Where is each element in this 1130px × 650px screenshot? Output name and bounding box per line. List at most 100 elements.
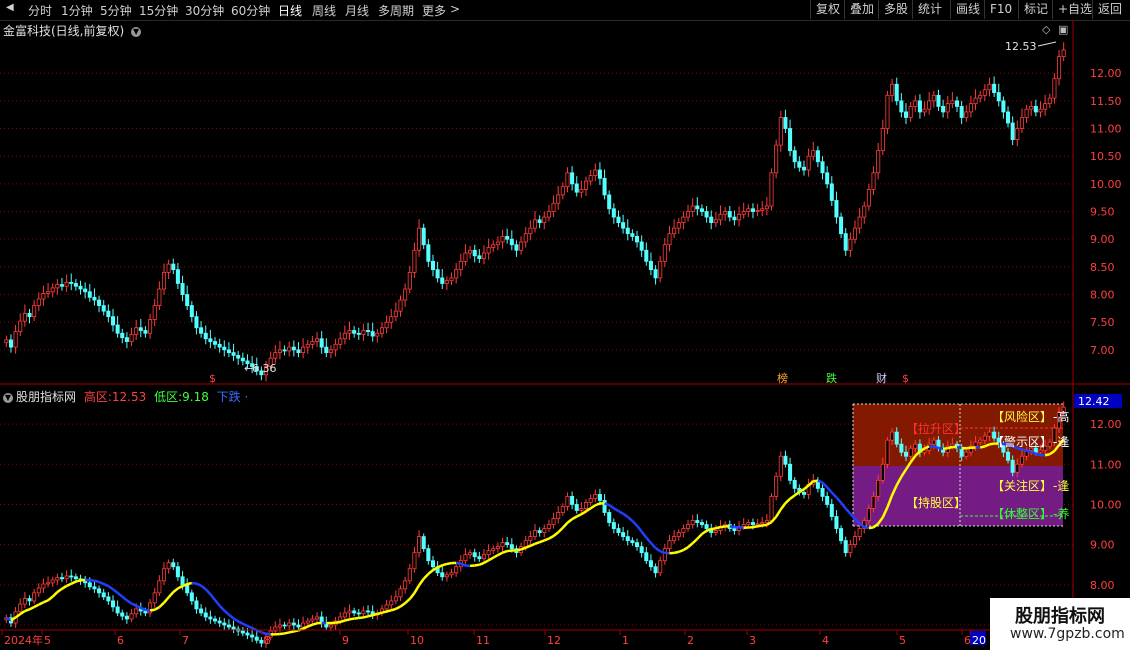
candle-body [783, 455, 788, 465]
x-tick-label: 8 [264, 634, 271, 647]
candle-body [686, 524, 691, 529]
candle-body [941, 106, 946, 113]
trend-segment [70, 580, 77, 585]
candle-body [32, 305, 37, 318]
candle-body [509, 238, 514, 246]
candle-body [491, 548, 496, 552]
candle-body [825, 496, 830, 505]
candle-body [588, 498, 593, 503]
marker-die[interactable]: 跌 [826, 371, 837, 385]
trend-segment [61, 584, 68, 590]
candle-body [398, 299, 403, 312]
candle-body [454, 269, 459, 279]
trend-segment [437, 564, 443, 569]
marker-dollar-1[interactable]: $ [209, 372, 216, 385]
trend-segment [223, 609, 230, 616]
candle-body [676, 222, 681, 229]
candle-body [491, 244, 496, 248]
candle-body [403, 580, 408, 590]
candle-body [769, 496, 774, 521]
candle-body [514, 244, 519, 251]
candle-body [686, 211, 691, 218]
trend-segment [678, 548, 684, 554]
candle-body [1001, 100, 1006, 113]
candle-body [820, 161, 825, 174]
candle-body [978, 94, 983, 99]
trend-segment [89, 578, 95, 582]
candle-body [148, 319, 153, 334]
candle-body [217, 620, 222, 624]
candle-body [412, 552, 417, 570]
candle-body [426, 548, 431, 562]
trend-segment [868, 526, 874, 530]
candle-body [820, 487, 825, 497]
candle-body [27, 598, 32, 602]
marker-bang[interactable]: 榜 [777, 371, 788, 385]
candle-body [463, 252, 468, 262]
watermark-title: 股朋指标网 [1015, 606, 1105, 627]
candle-body [222, 622, 227, 626]
trend-segment [617, 509, 624, 515]
candle-body [421, 227, 426, 246]
candle-body [69, 575, 74, 578]
candle-body [806, 155, 811, 171]
candle-body [852, 227, 858, 240]
trend-segment [232, 617, 239, 623]
candle-body [737, 213, 742, 221]
trend-segment [56, 587, 63, 594]
candle-body [222, 346, 227, 351]
candle-body [152, 305, 157, 320]
candle-body [792, 479, 797, 489]
candle-body [194, 600, 199, 610]
trend-segment [75, 579, 81, 583]
candle-body [166, 263, 171, 273]
candle-body [97, 299, 102, 307]
candle-body [389, 316, 394, 323]
marker-dollar-2[interactable]: $ [902, 372, 909, 385]
trend-segment [539, 539, 545, 544]
candle-body [342, 332, 347, 340]
candle-body [287, 346, 292, 352]
trend-segment [752, 525, 758, 529]
trend-segment [191, 581, 197, 585]
candle-body [908, 106, 913, 118]
candle-body [968, 103, 973, 113]
candle-body [41, 293, 46, 300]
candle-body [713, 219, 718, 223]
chart-canvas[interactable]: 【风险区】 【拉升区】 【警示区】 【关注区】 【持股区】 【休整区】 -高 -… [0, 0, 1130, 650]
candle-body [407, 568, 412, 582]
trend-segment [228, 613, 235, 620]
trend-segment [66, 582, 72, 588]
candle-body [556, 512, 561, 519]
low-arrow-icon: ← [244, 362, 253, 375]
candle-body [495, 241, 500, 246]
candle-body [277, 349, 282, 354]
trend-segment [284, 631, 290, 635]
candle-body [662, 244, 667, 262]
candle-body [876, 479, 881, 497]
candle-body [115, 606, 120, 614]
candle-body [672, 536, 677, 542]
trend-segment [947, 445, 953, 450]
candle-body [829, 183, 834, 201]
candle-body [22, 598, 27, 605]
trend-segment [163, 596, 170, 604]
candle-body [477, 556, 482, 560]
trend-segment [353, 616, 359, 620]
trend-segment [626, 515, 634, 522]
marker-cai[interactable]: 财 [876, 371, 887, 385]
trend-segment [840, 501, 847, 510]
candle-body [1047, 97, 1052, 105]
candle-body [315, 616, 320, 620]
candle-body [695, 520, 700, 523]
candle-body [468, 552, 473, 556]
candle-body [699, 208, 704, 212]
candle-body [203, 332, 208, 340]
trend-segment [701, 529, 708, 536]
candle-body [667, 540, 672, 550]
trend-segment [381, 610, 387, 614]
candle-body [134, 608, 139, 615]
x-tick-label: 3 [749, 634, 756, 647]
trend-segment [186, 581, 193, 586]
candle-body [13, 331, 18, 348]
